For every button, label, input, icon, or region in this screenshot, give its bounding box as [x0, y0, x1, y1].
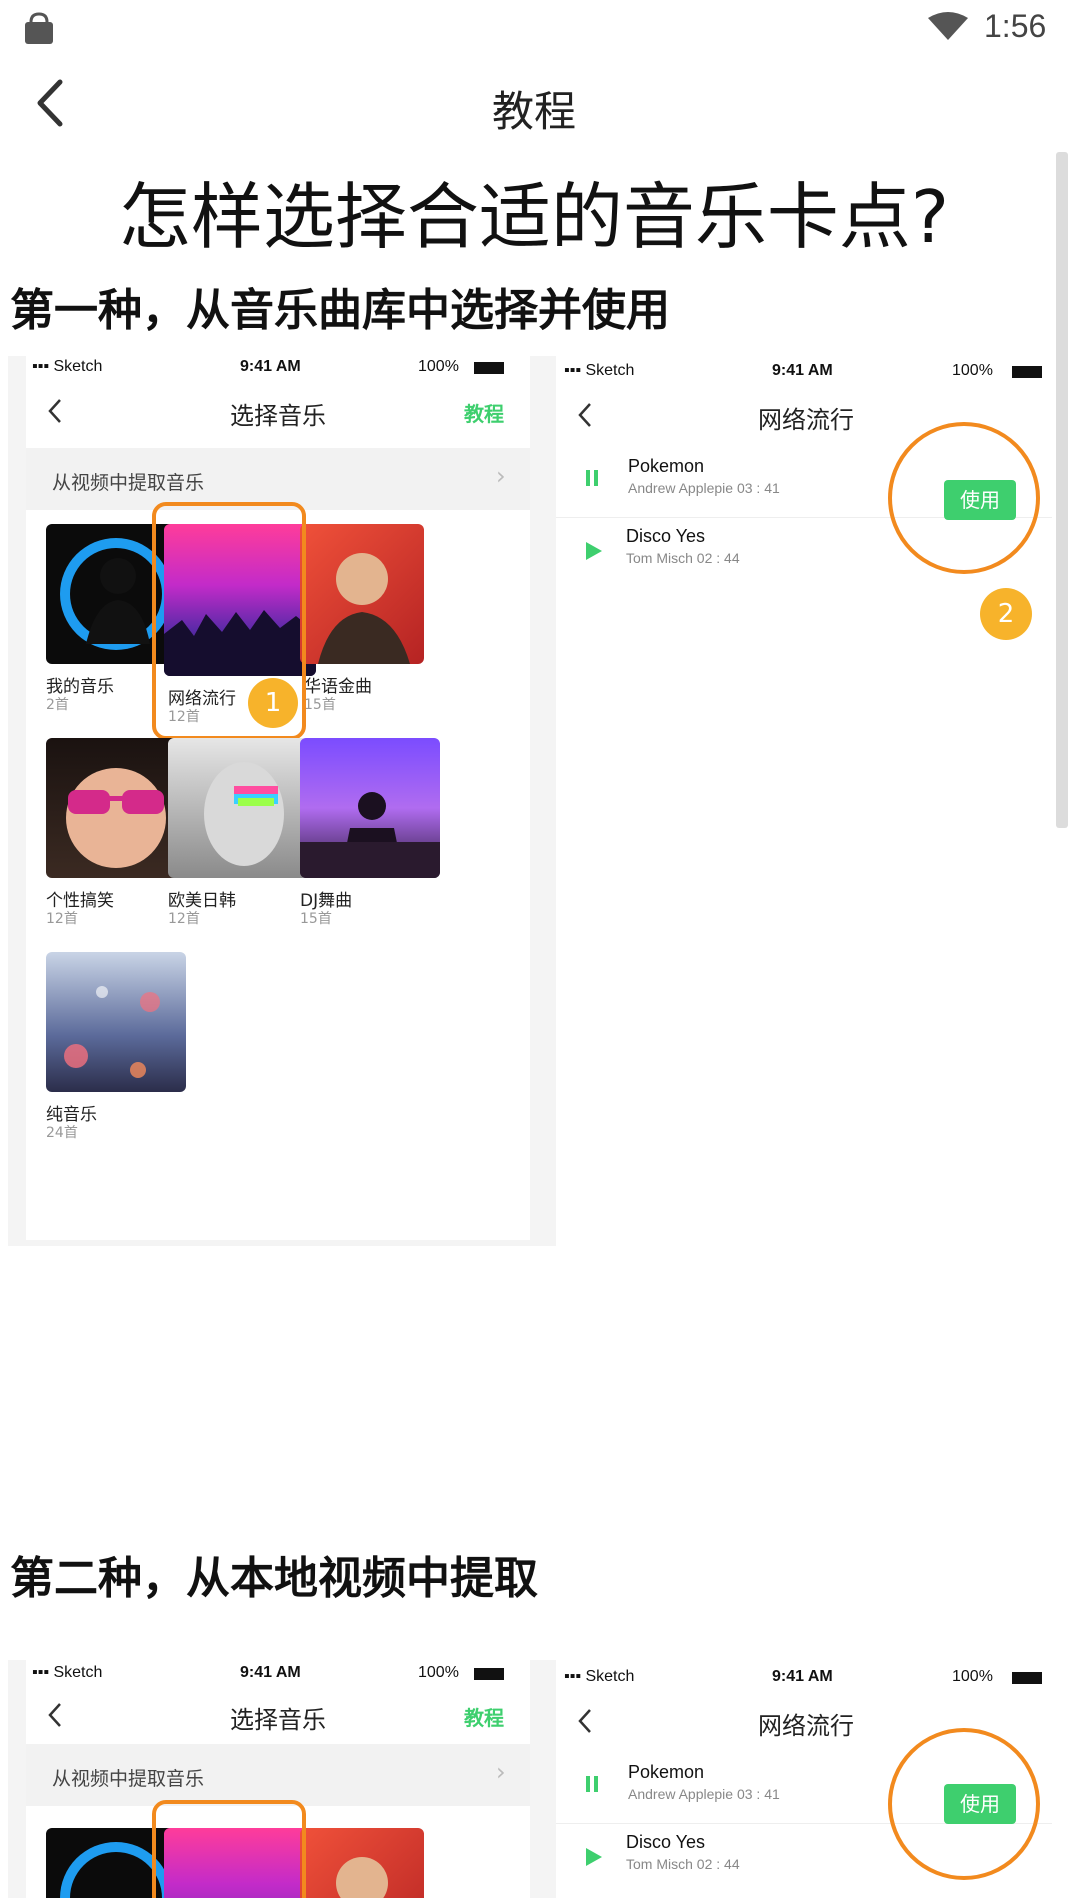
track-title: Disco Yes [626, 526, 706, 546]
play-icon [586, 542, 602, 560]
mini-battery: 100% [418, 1664, 459, 1681]
phone-mock-select-music-2: ▪▪▪ Sketch 9:41 AM 100% 选择音乐 教程 从视频中提取音乐… [8, 1660, 556, 1898]
extract-row[interactable]: 从视频中提取音乐 › [26, 448, 530, 510]
section-title-1: 第一种，从音乐曲库中选择并使用 [10, 285, 670, 336]
mini-time: 9:41 AM [240, 1664, 301, 1681]
phone-mock-playlist: ▪▪▪ Sketch 9:41 AM 100% 网络流行 Pokemon And… [556, 356, 1056, 656]
track-title: Pokemon [628, 456, 705, 476]
mini-carrier: Sketch [585, 362, 635, 379]
track-title: Disco Yes [626, 1832, 706, 1852]
category-count: 15首 [304, 697, 336, 713]
wifi-icon [928, 12, 968, 40]
extract-row[interactable]: 从视频中提取音乐 › [26, 1744, 530, 1806]
bag-icon [25, 12, 53, 44]
phone-mock-playlist-2: ▪▪▪ Sketch 9:41 AM 100% 网络流行 Pokemon And… [556, 1660, 1056, 1898]
step-badge-1: 1 [248, 678, 298, 728]
mini-time: 9:41 AM [772, 362, 833, 379]
mini-carrier: Sketch [53, 358, 103, 375]
play-icon [586, 1848, 602, 1866]
thumb-chinese-classics[interactable] [300, 1828, 424, 1898]
thumb-funny[interactable] [46, 738, 186, 878]
use-button[interactable]: 使用 [944, 1784, 1016, 1824]
status-time: 1:56 [984, 8, 1047, 44]
mini-carrier: Sketch [585, 1668, 635, 1685]
category-count: 12首 [168, 911, 200, 927]
category-count: 24首 [46, 1125, 78, 1141]
battery-icon [474, 362, 504, 374]
extract-row-label: 从视频中提取音乐 [52, 1768, 205, 1790]
tutorial-link[interactable]: 教程 [464, 398, 504, 427]
page-title: 教程 [491, 87, 576, 136]
category-count: 15首 [300, 911, 332, 927]
category-count: 2首 [46, 697, 69, 713]
category-count: 12首 [46, 911, 78, 927]
step-badge-2: 2 [980, 588, 1032, 640]
thumb-dj[interactable] [300, 738, 440, 878]
track-meta: Andrew Applepie 03 : 41 [628, 480, 780, 496]
mini-battery: 100% [952, 1668, 993, 1685]
chevron-right-icon: › [496, 462, 506, 490]
tutorial-link[interactable]: 教程 [464, 1702, 504, 1731]
highlight-box-step-1 [152, 1800, 306, 1898]
battery-icon [474, 1668, 504, 1680]
thumb-chinese-classics[interactable] [300, 524, 424, 664]
thumb-pure-music[interactable] [46, 952, 186, 1092]
mini-time: 9:41 AM [772, 1668, 833, 1685]
extract-row-label: 从视频中提取音乐 [52, 472, 205, 494]
section-title-2: 第二种，从本地视频中提取 [10, 1553, 538, 1604]
phone-mock-select-music: ▪▪▪ Sketch 9:41 AM 100% 选择音乐 教程 从视频中提取音乐… [8, 356, 556, 1246]
mini-carrier: Sketch [53, 1664, 103, 1681]
mini-battery: 100% [418, 358, 459, 375]
mini-battery: 100% [952, 362, 993, 379]
track-meta: Tom Misch 02 : 44 [626, 550, 740, 566]
thumb-western[interactable] [168, 738, 308, 878]
chevron-right-icon: › [496, 1758, 506, 1786]
track-title: Pokemon [628, 1762, 705, 1782]
pause-icon [586, 470, 590, 486]
app-bar: 教程 [0, 60, 1068, 150]
battery-icon [1012, 1672, 1042, 1684]
pause-icon [586, 1776, 590, 1792]
use-button[interactable]: 使用 [944, 480, 1016, 520]
tutorial-heading: 怎样选择合适的音乐卡点? [118, 175, 950, 259]
battery-icon [1012, 366, 1042, 378]
track-meta: Tom Misch 02 : 44 [626, 1856, 740, 1872]
status-bar: 1:56 [0, 0, 1068, 60]
track-meta: Andrew Applepie 03 : 41 [628, 1786, 780, 1802]
mini-time: 9:41 AM [240, 358, 301, 375]
